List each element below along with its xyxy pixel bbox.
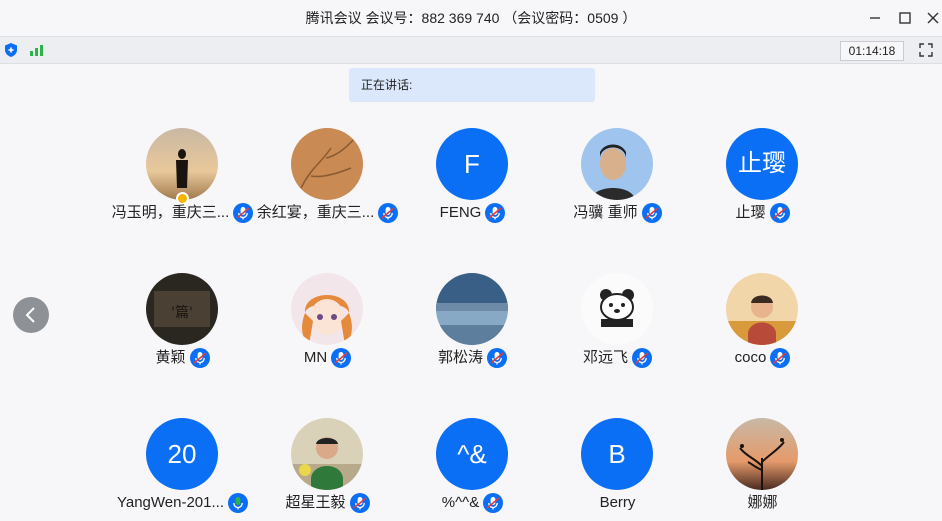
mic-muted-icon[interactable] (331, 348, 351, 368)
avatar: ^& (436, 418, 508, 490)
mic-muted-icon[interactable] (378, 203, 398, 223)
avatar (146, 128, 218, 200)
participant-name: 止璎 (735, 204, 766, 221)
participant-name: 娜娜 (747, 494, 778, 511)
avatar: F (436, 128, 508, 200)
mic-muted-icon[interactable] (233, 203, 253, 223)
security-button[interactable] (2, 41, 20, 59)
avatar: B (581, 418, 653, 490)
meeting-timer: 01:14:18 (840, 41, 904, 61)
close-icon (927, 12, 939, 24)
shield-icon (5, 43, 17, 57)
signal-icon (30, 45, 43, 56)
participant-tile[interactable]: ^& %^^& (400, 418, 545, 518)
participant-name: 余红宴，重庆三... (256, 204, 375, 221)
minimize-icon (870, 17, 880, 19)
fullscreen-button[interactable] (917, 41, 935, 59)
avatar: '篇' (146, 273, 218, 345)
participant-tile[interactable]: 超星王毅 (255, 418, 400, 518)
avatar: 止璎 (726, 128, 798, 200)
participant-name: coco (734, 349, 767, 366)
mic-muted-icon[interactable] (483, 493, 503, 513)
minimize-button[interactable] (865, 8, 885, 28)
participant-tile[interactable]: 冯玉明，重庆三... (110, 128, 255, 228)
participant-tile[interactable]: '篇' 黄颖 (110, 273, 255, 373)
participant-tile[interactable]: 郭松涛 (400, 273, 545, 373)
mic-muted-icon[interactable] (770, 348, 790, 368)
avatar (726, 418, 798, 490)
avatar (581, 128, 653, 200)
participant-tile[interactable]: 冯骥 重师 (545, 128, 690, 228)
chevron-left-icon (25, 307, 35, 323)
mic-muted-icon[interactable] (485, 203, 505, 223)
window-title: 腾讯会议 会议号：882 369 740 （会议密码：0509 ） (305, 10, 637, 26)
participant-tile[interactable]: coco (690, 273, 835, 373)
participant-tile[interactable]: 邓远飞 (545, 273, 690, 373)
participant-name: MN (303, 349, 328, 366)
fullscreen-icon (919, 43, 933, 57)
mic-active-icon[interactable] (228, 493, 248, 513)
participant-tile[interactable]: 止璎 止璎 (690, 128, 835, 228)
participant-name: 冯骥 重师 (573, 204, 638, 221)
participant-name: 超星王毅 (285, 494, 346, 511)
mic-muted-icon[interactable] (770, 203, 790, 223)
speaking-indicator: 正在讲话: (349, 68, 595, 102)
maximize-icon (899, 12, 911, 24)
participant-name: 邓远飞 (582, 349, 628, 366)
maximize-button[interactable] (895, 8, 915, 28)
avatar (726, 273, 798, 345)
avatar: 20 (146, 418, 218, 490)
network-button[interactable] (28, 41, 46, 59)
participant-tile[interactable]: 20 YangWen-201... (110, 418, 255, 518)
svg-text:'篇': '篇' (171, 305, 193, 321)
avatar (291, 128, 363, 200)
mic-muted-icon[interactable] (350, 493, 370, 513)
avatar (291, 418, 363, 490)
previous-page-button[interactable] (13, 297, 49, 333)
mic-muted-icon[interactable] (632, 348, 652, 368)
mic-muted-icon[interactable] (190, 348, 210, 368)
title-bar: 腾讯会议 会议号：882 369 740 （会议密码：0509 ） (0, 0, 942, 36)
participant-name: YangWen-201... (116, 494, 224, 511)
status-toolbar: 01:14:18 (0, 36, 942, 64)
avatar (581, 273, 653, 345)
participant-name: 黄颖 (155, 349, 186, 366)
participant-tile[interactable]: 娜娜 (690, 418, 835, 518)
avatar (291, 273, 363, 345)
participant-name: Berry (599, 494, 636, 511)
participant-name: 冯玉明，重庆三... (111, 204, 230, 221)
mic-muted-icon[interactable] (487, 348, 507, 368)
participant-name: 郭松涛 (437, 349, 483, 366)
participant-name: %^^& (441, 494, 480, 511)
participant-name: FENG (439, 204, 482, 221)
participant-tile[interactable]: 余红宴，重庆三... (255, 128, 400, 228)
participant-tile[interactable]: B Berry (545, 418, 690, 518)
participant-tile[interactable]: F FENG (400, 128, 545, 228)
close-button[interactable] (923, 8, 942, 28)
mic-muted-icon[interactable] (642, 203, 662, 223)
participant-tile[interactable]: MN (255, 273, 400, 373)
avatar (436, 273, 508, 345)
